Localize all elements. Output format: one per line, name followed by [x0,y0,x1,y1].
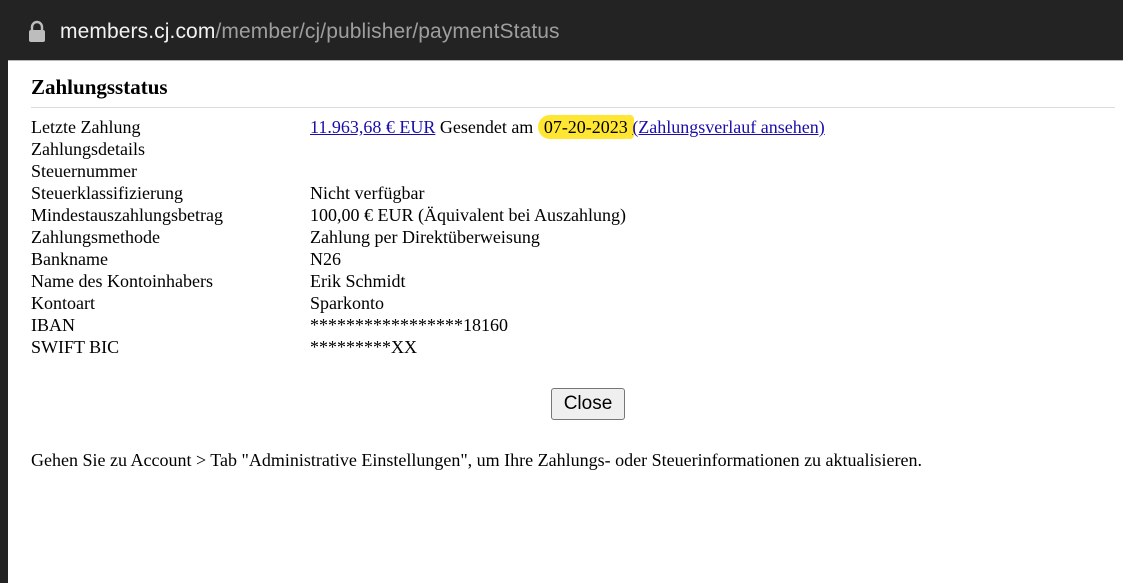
row-last-payment: Letzte Zahlung 11.963,68 € EUR Gesendet … [31,115,1111,139]
row-value: Erik Schmidt [310,271,406,291]
url-domain: members.cj.com [60,20,216,43]
row-payment-details: Zahlungsdetails [31,138,1111,160]
row-label: Kontoart [31,293,95,313]
last-payment-amount-link[interactable]: 11.963,68 € EUR [310,117,435,137]
row-value: 11.963,68 € EUR Gesendet am 07-20-2023 (… [310,115,1111,139]
row-value: 100,00 € EUR (Äquivalent bei Auszahlung) [310,205,626,225]
row-label: Mindestauszahlungsbetrag [31,205,223,225]
row-iban: IBAN *****************18160 [31,314,1111,336]
row-label: Zahlungsdetails [31,139,145,159]
row-label: Bankname [31,249,108,269]
row-minimum-payout: Mindestauszahlungsbetrag 100,00 € EUR (Ä… [31,204,1111,226]
row-account-holder: Name des Kontoinhabers Erik Schmidt [31,270,1111,292]
row-value: *********XX [310,337,417,357]
row-label: SWIFT BIC [31,337,120,357]
row-account-type: Kontoart Sparkonto [31,292,1111,314]
row-tax-number: Steuernummer [31,160,1111,182]
footer-instructions: Gehen Sie zu Account > Tab "Administrati… [31,450,923,470]
lock-icon[interactable] [26,20,48,44]
row-label: Letzte Zahlung [31,117,141,137]
close-button[interactable]: Close [551,388,625,420]
payment-status-popup: Zahlungsstatus Letzte Zahlung 11.963,68 … [8,60,1123,584]
row-tax-classification: Steuerklassifizierung Nicht verfügbar [31,182,1111,204]
row-value [310,160,1111,182]
row-swift-bic: SWIFT BIC *********XX [31,336,1111,358]
row-label: Name des Kontoinhabers [31,271,213,291]
row-payment-method: Zahlungsmethode Zahlung per Direktüberwe… [31,226,1111,248]
page-title: Zahlungsstatus [31,75,168,99]
row-value: *****************18160 [310,315,508,335]
row-value: Nicht verfügbar [310,183,425,203]
row-label: Steuernummer [31,161,137,181]
row-label: IBAN [31,315,75,335]
url-path: /member/cj/publisher/paymentStatus [215,20,560,43]
row-value [310,138,1111,160]
row-bank-name: Bankname N26 [31,248,1111,270]
browser-address-bar: members.cj.com/member/cj/publisher/payme… [0,0,1123,60]
row-label: Steuerklassifizierung [31,183,183,203]
sent-on-text: Gesendet am [435,117,538,137]
title-divider [31,107,1115,108]
row-value: N26 [310,249,341,269]
row-value: Zahlung per Direktüberweisung [310,227,540,247]
row-value: Sparkonto [310,293,384,313]
window-edge [0,0,8,583]
payment-date: 07-20-2023 [537,115,628,139]
row-label: Zahlungsmethode [31,227,160,247]
url-field[interactable]: members.cj.com/member/cj/publisher/payme… [26,14,560,50]
payment-history-link[interactable]: (Zahlungsverlauf ansehen) [632,117,824,137]
payment-details-table: Letzte Zahlung 11.963,68 € EUR Gesendet … [31,115,1111,358]
